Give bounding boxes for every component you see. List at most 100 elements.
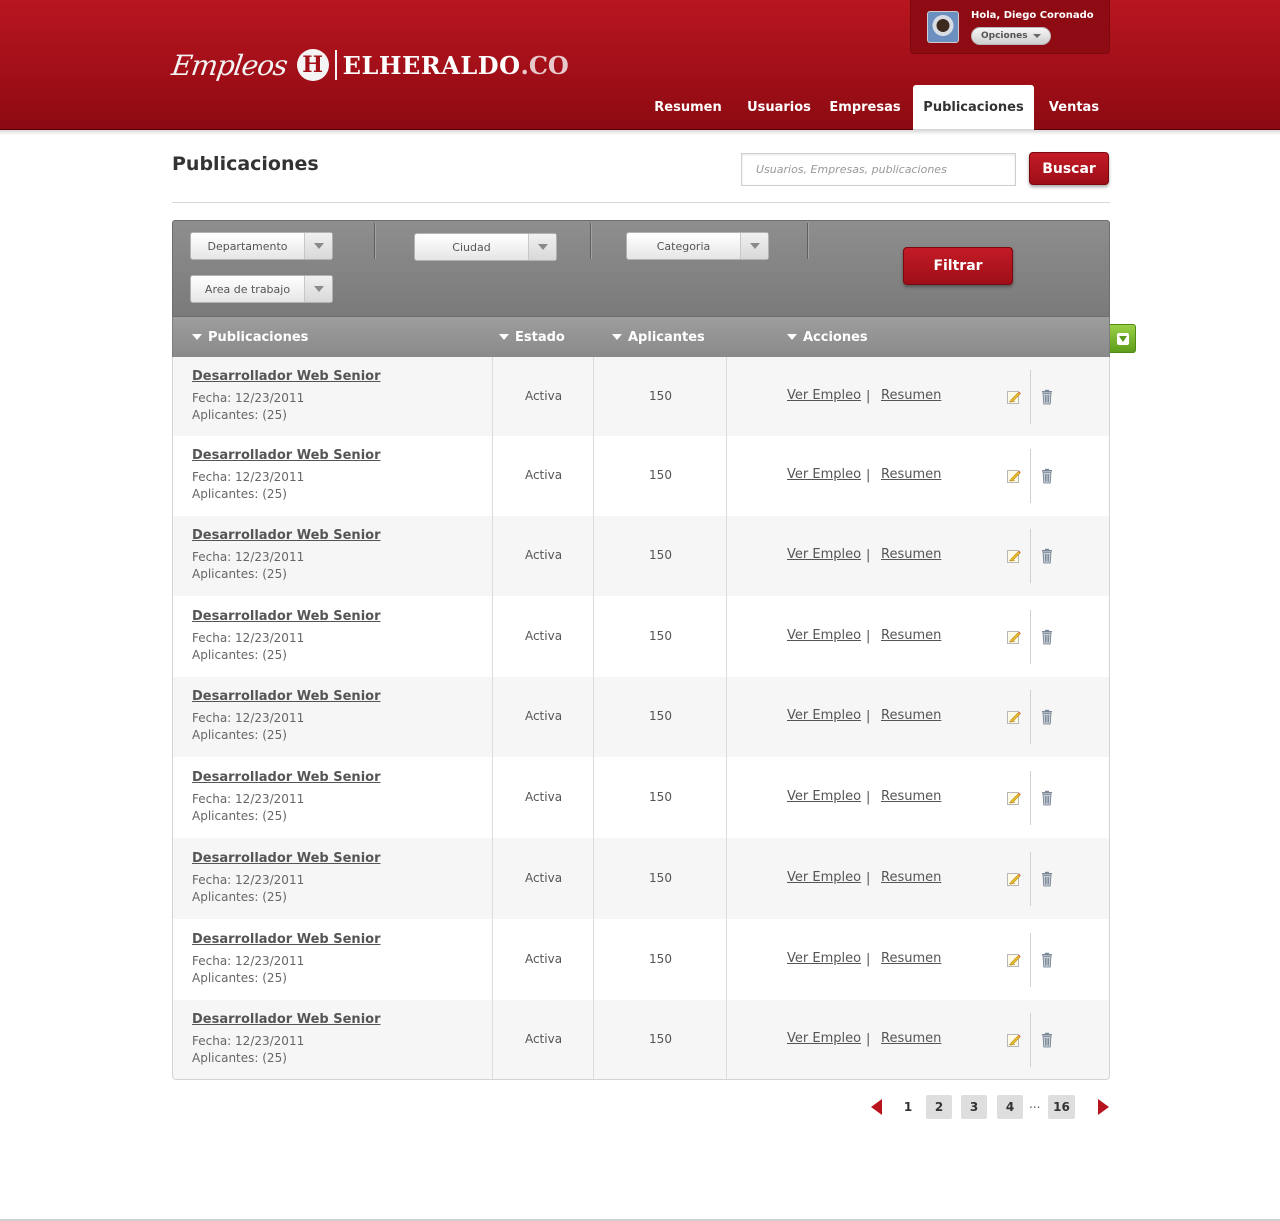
area-select[interactable]: Area de trabajo: [190, 275, 333, 303]
job-title-link[interactable]: Desarrollador Web Senior: [192, 770, 381, 785]
chevron-down-icon: [749, 243, 760, 249]
search-button[interactable]: Buscar: [1029, 152, 1109, 185]
trash-icon[interactable]: [1039, 709, 1055, 725]
sort-down-icon: [612, 334, 622, 340]
departamento-select[interactable]: Departamento: [190, 232, 333, 260]
job-title-link[interactable]: Desarrollador Web Senior: [192, 369, 381, 384]
view-job-link[interactable]: Ver Empleo: [787, 628, 861, 643]
pencil-note-icon[interactable]: [1006, 952, 1022, 968]
chevron-down-icon: [1032, 34, 1041, 38]
summary-link[interactable]: Resumen: [881, 388, 941, 403]
job-applicants-count: Aplicantes: (25): [192, 890, 287, 904]
pencil-note-icon[interactable]: [1006, 389, 1022, 405]
job-title-link[interactable]: Desarrollador Web Senior: [192, 609, 381, 624]
status-cell: Activa: [524, 790, 563, 804]
brand-divider: [334, 50, 337, 80]
chevron-down-icon: [313, 286, 324, 292]
summary-link[interactable]: Resumen: [881, 951, 941, 966]
job-title-link[interactable]: Desarrollador Web Senior: [192, 1012, 381, 1027]
filter-button[interactable]: Filtrar: [903, 247, 1013, 285]
pencil-note-icon[interactable]: [1006, 709, 1022, 725]
page-link[interactable]: 4: [997, 1095, 1023, 1119]
view-job-link[interactable]: Ver Empleo: [787, 547, 861, 562]
dropdown-arrow: [304, 276, 332, 302]
summary-link[interactable]: Resumen: [881, 628, 941, 643]
job-title-link[interactable]: Desarrollador Web Senior: [192, 851, 381, 866]
trash-icon[interactable]: [1039, 548, 1055, 564]
ciudad-select[interactable]: Ciudad: [414, 233, 557, 261]
job-title-link[interactable]: Desarrollador Web Senior: [192, 528, 381, 543]
trash-icon[interactable]: [1039, 790, 1055, 806]
job-applicants-count: Aplicantes: (25): [192, 487, 287, 501]
job-date: Fecha: 12/23/2011: [192, 873, 305, 887]
view-job-link[interactable]: Ver Empleo: [787, 789, 861, 804]
view-job-link[interactable]: Ver Empleo: [787, 388, 861, 403]
nav-ventas[interactable]: Ventas: [1040, 85, 1108, 130]
col-estado[interactable]: Estado: [499, 317, 565, 357]
col-acciones[interactable]: Acciones: [787, 317, 868, 357]
search-input[interactable]: [741, 153, 1016, 186]
nav-resumen[interactable]: Resumen: [644, 85, 732, 130]
job-title-link[interactable]: Desarrollador Web Senior: [192, 689, 381, 704]
view-job-link[interactable]: Ver Empleo: [787, 1031, 861, 1046]
summary-link[interactable]: Resumen: [881, 870, 941, 885]
icon-separator: [1030, 933, 1031, 987]
pencil-note-icon[interactable]: [1006, 468, 1022, 484]
options-dropdown[interactable]: Opciones: [971, 27, 1051, 45]
trash-icon[interactable]: [1039, 468, 1055, 484]
brand-monogram: H: [296, 49, 329, 81]
nav-empresas[interactable]: Empresas: [826, 85, 904, 130]
job-applicants-count: Aplicantes: (25): [192, 971, 287, 985]
brand-logo[interactable]: Empleos H ELHERALDO .CO: [170, 42, 569, 88]
view-job-link[interactable]: Ver Empleo: [787, 467, 861, 482]
link-separator: |: [866, 790, 871, 805]
trash-icon[interactable]: [1039, 389, 1055, 405]
page-link[interactable]: 2: [926, 1095, 952, 1119]
job-title-link[interactable]: Desarrollador Web Senior: [192, 932, 381, 947]
nav-label: Empresas: [829, 100, 901, 115]
nav-publicaciones[interactable]: Publicaciones: [913, 85, 1034, 130]
pencil-note-icon[interactable]: [1006, 790, 1022, 806]
page-link-last[interactable]: 16: [1048, 1095, 1075, 1119]
trash-icon[interactable]: [1039, 1032, 1055, 1048]
page-ellipsis: ...: [1029, 1097, 1041, 1111]
table-row: Desarrollador Web Senior Fecha: 12/23/201…: [173, 1000, 1109, 1079]
job-date: Fecha: 12/23/2011: [192, 954, 305, 968]
link-separator: |: [866, 468, 871, 483]
view-job-link[interactable]: Ver Empleo: [787, 951, 861, 966]
pencil-note-icon[interactable]: [1006, 871, 1022, 887]
summary-link[interactable]: Resumen: [881, 789, 941, 804]
status-cell: Activa: [524, 1032, 563, 1046]
view-job-link[interactable]: Ver Empleo: [787, 708, 861, 723]
applicants-cell: 150: [649, 468, 672, 482]
nav-usuarios[interactable]: Usuarios: [738, 85, 820, 130]
nav-label: Publicaciones: [923, 100, 1024, 115]
summary-link[interactable]: Resumen: [881, 467, 941, 482]
filter-separator: [590, 223, 592, 259]
arrow-left-icon[interactable]: [871, 1099, 882, 1115]
categoria-select[interactable]: Categoria: [626, 232, 769, 260]
chevron-down-icon: [537, 244, 548, 250]
page-link[interactable]: 3: [961, 1095, 987, 1119]
pencil-note-icon[interactable]: [1006, 629, 1022, 645]
link-separator: |: [866, 548, 871, 563]
summary-link[interactable]: Resumen: [881, 708, 941, 723]
export-button[interactable]: [1110, 324, 1136, 353]
trash-icon[interactable]: [1039, 629, 1055, 645]
page-current[interactable]: 1: [896, 1095, 920, 1119]
job-title-link[interactable]: Desarrollador Web Senior: [192, 448, 381, 463]
arrow-right-icon[interactable]: [1098, 1099, 1109, 1115]
pencil-note-icon[interactable]: [1006, 1032, 1022, 1048]
applicants-cell: 150: [649, 871, 672, 885]
col-publicaciones[interactable]: Publicaciones: [192, 317, 308, 357]
summary-link[interactable]: Resumen: [881, 547, 941, 562]
avatar[interactable]: [927, 11, 959, 43]
select-label: Area de trabajo: [204, 282, 291, 296]
view-job-link[interactable]: Ver Empleo: [787, 870, 861, 885]
trash-icon[interactable]: [1039, 952, 1055, 968]
select-label: Ciudad: [452, 240, 491, 254]
trash-icon[interactable]: [1039, 871, 1055, 887]
pencil-note-icon[interactable]: [1006, 548, 1022, 564]
col-aplicantes[interactable]: Aplicantes: [612, 317, 705, 357]
summary-link[interactable]: Resumen: [881, 1031, 941, 1046]
